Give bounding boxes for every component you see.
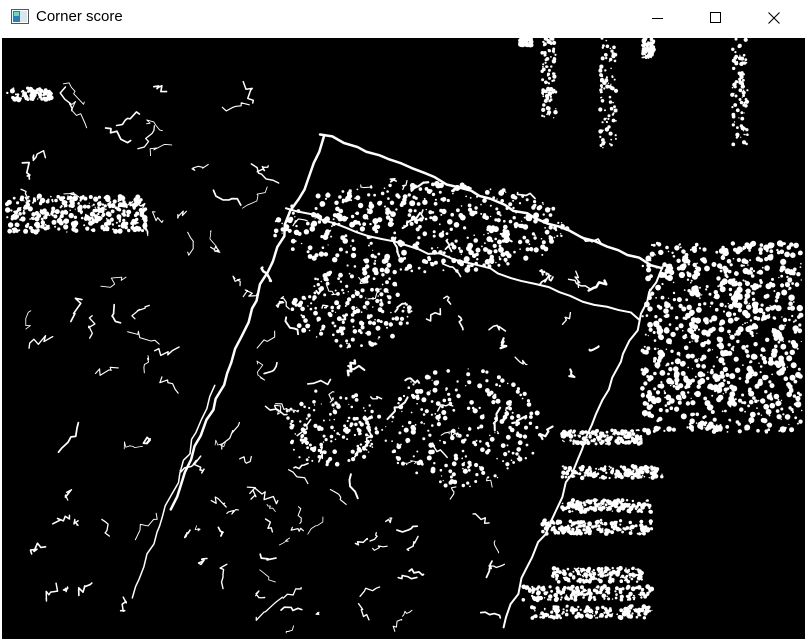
close-icon xyxy=(768,12,780,24)
corner-score-canvas xyxy=(2,38,805,639)
image-frame xyxy=(0,36,807,643)
window-title: Corner score xyxy=(36,8,123,25)
window-app-icon xyxy=(11,9,29,24)
close-button[interactable] xyxy=(745,0,803,36)
minimize-button[interactable] xyxy=(629,0,687,36)
maximize-icon xyxy=(710,12,721,23)
corner-score-image xyxy=(2,38,805,639)
maximize-button[interactable] xyxy=(687,0,745,36)
title-bar[interactable]: Corner score xyxy=(0,0,807,36)
minimize-icon xyxy=(652,18,663,19)
app-window: Corner score xyxy=(0,0,807,643)
